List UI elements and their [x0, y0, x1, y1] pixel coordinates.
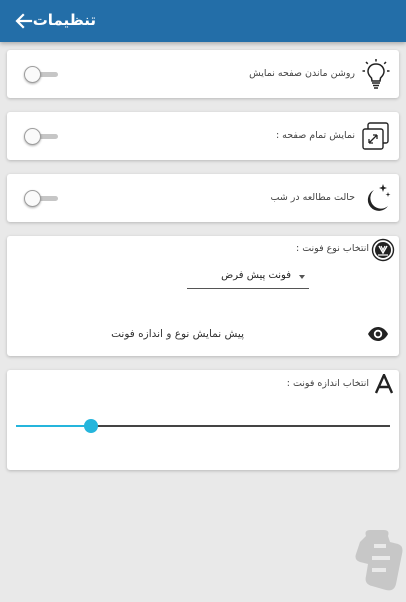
arrow-back-icon[interactable] — [13, 11, 35, 31]
font-size-slider[interactable] — [16, 416, 390, 436]
lightbulb-icon — [361, 58, 391, 94]
chevron-down-icon — [299, 275, 305, 279]
fullscreen-icon — [361, 121, 391, 155]
keep-screen-on-switch[interactable] — [24, 66, 60, 84]
switch-thumb — [24, 128, 41, 145]
night-mode-switch[interactable] — [24, 190, 60, 208]
slider-fill — [16, 425, 91, 427]
fullscreen-switch[interactable] — [24, 128, 60, 146]
fullscreen-label: نمایش تمام صفحه : — [275, 130, 355, 141]
font-size-card: انتخاب اندازه فونت : — [7, 370, 399, 470]
night-mode-card: حالت مطالعه در شب — [7, 174, 399, 222]
keep-screen-on-card: روشن ماندن صفحه نمایش — [7, 50, 399, 98]
keep-screen-on-label: روشن ماندن صفحه نمایش — [249, 68, 355, 79]
font-size-label: انتخاب اندازه فونت : — [286, 378, 369, 389]
app-bar: تنظیمات — [0, 0, 406, 42]
font-type-card: انتخاب نوع فونت : فونت پیش فرض پیش نمایش… — [7, 236, 399, 356]
page-title: تنظیمات — [32, 11, 96, 29]
moon-stars-icon — [361, 182, 391, 218]
switch-thumb — [24, 66, 41, 83]
font-badge-icon — [371, 238, 395, 266]
font-type-dropdown[interactable]: فونت پیش فرض — [187, 268, 309, 289]
switch-thumb — [24, 190, 41, 207]
eye-icon[interactable] — [367, 326, 389, 346]
night-mode-label: حالت مطالعه در شب — [270, 192, 355, 203]
font-type-label: انتخاب نوع فونت : — [295, 243, 369, 254]
font-preview-text: پیش نمایش نوع و اندازه فونت — [111, 328, 244, 340]
slider-thumb[interactable] — [83, 419, 98, 433]
fullscreen-card: نمایش تمام صفحه : — [7, 112, 399, 160]
letter-a-icon — [374, 372, 394, 398]
app-logo-watermark — [352, 528, 406, 598]
font-type-selected: فونت پیش فرض — [221, 270, 291, 281]
